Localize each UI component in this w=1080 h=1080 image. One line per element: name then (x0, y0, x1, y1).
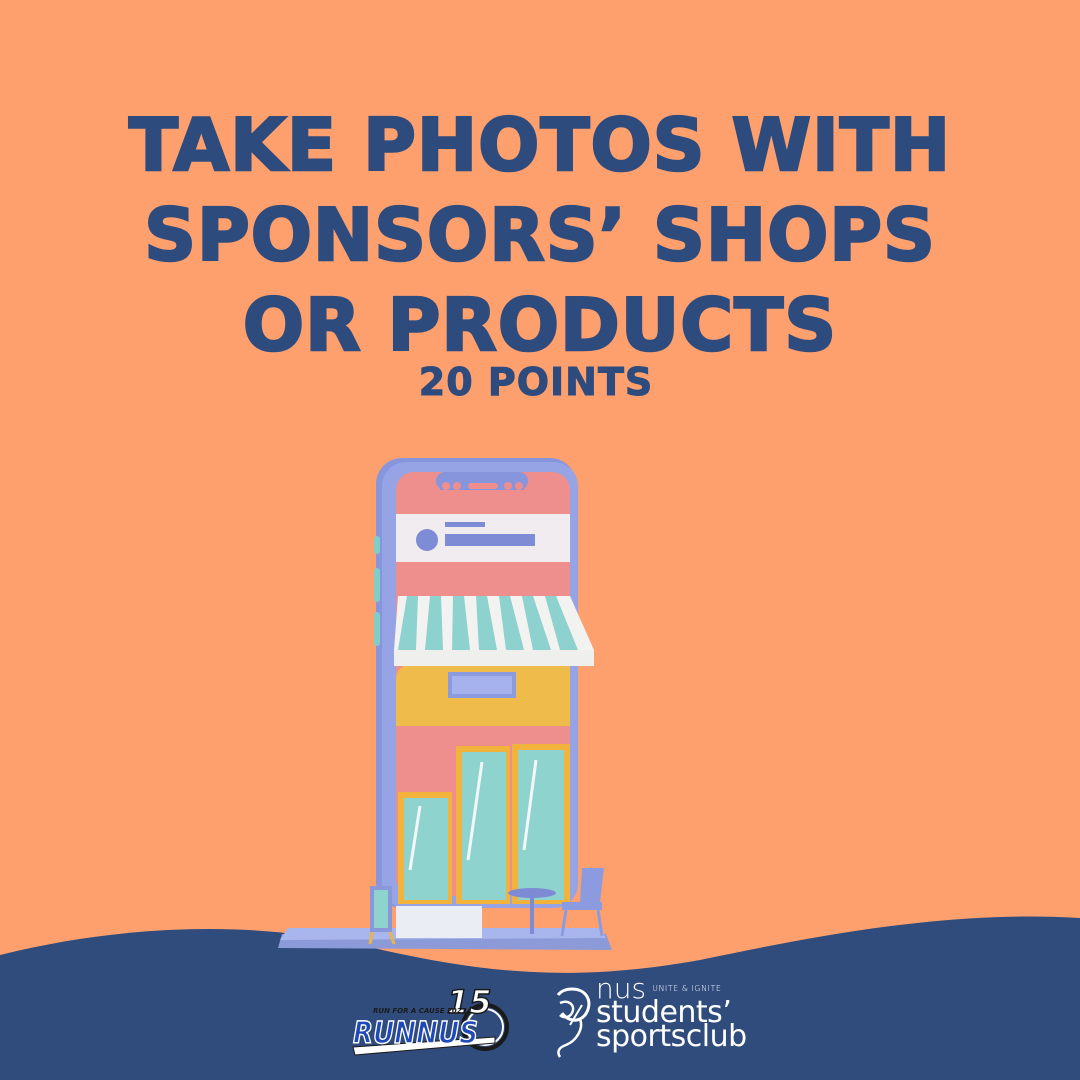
sponsor-logos: 15 RUN FOR A CAUSE 2021 RUNNUS nus UNITE … (0, 975, 1080, 1075)
ssc-line-3: sportsclub (596, 1019, 747, 1054)
headline-line-3: OR PRODUCTS (242, 282, 838, 369)
points-label: 20 POINTS (418, 360, 654, 405)
awning (394, 596, 594, 666)
ssc-wordmark: nus UNITE & IGNITE students’ sportsclub (596, 975, 747, 1054)
runnus-wordmark: RUNNUS (353, 1016, 478, 1051)
headline: TAKE PHOTOS WITH SPONSORS’ SHOPS OR PROD… (0, 100, 1080, 370)
runnus-logo: 15 RUN FOR A CAUSE 2021 RUNNUS (352, 985, 509, 1056)
headline-line-1: TAKE PHOTOS WITH (128, 102, 952, 189)
runnus-tagline: RUN FOR A CAUSE 2021 (373, 1007, 467, 1015)
headline-line-2: SPONSORS’ SHOPS (143, 192, 936, 279)
ssc-emblem-icon (556, 987, 591, 1058)
phone-storefront-illustration (278, 458, 612, 950)
